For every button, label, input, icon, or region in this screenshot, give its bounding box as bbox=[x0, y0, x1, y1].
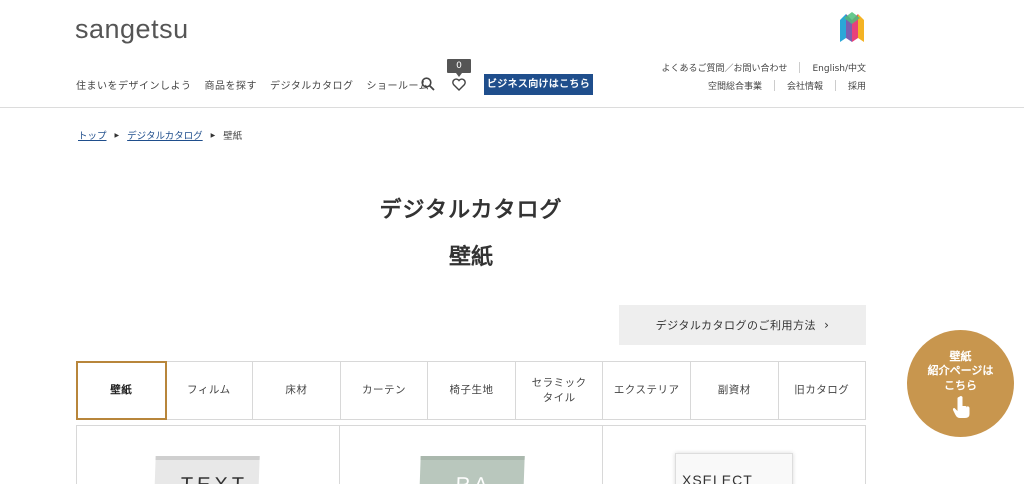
breadcrumb-current: 壁紙 bbox=[223, 131, 243, 142]
breadcrumb-arrow-icon: ▶ bbox=[114, 131, 120, 139]
catalog-cover-image: RA bbox=[419, 456, 525, 484]
page-title: デジタルカタログ bbox=[379, 198, 563, 223]
header-divider bbox=[0, 107, 1024, 108]
tab-sub-materials[interactable]: 副資材 bbox=[691, 362, 779, 419]
company-info-link[interactable]: 会社情報 bbox=[787, 79, 823, 92]
nav-digital-catalog[interactable]: デジタルカタログ bbox=[270, 77, 354, 92]
search-icon[interactable] bbox=[421, 77, 435, 91]
tab-film[interactable]: フィルム bbox=[166, 362, 254, 419]
faq-contact-link[interactable]: よくあるご質問／お問い合わせ bbox=[661, 61, 787, 74]
catalog-card[interactable]: TEXT bbox=[77, 426, 340, 484]
nav-showroom[interactable]: ショールーム bbox=[367, 77, 430, 92]
tab-old-catalog[interactable]: 旧カタログ bbox=[779, 362, 866, 419]
float-button-line3: こちら bbox=[944, 378, 977, 392]
catalog-cover-image: XSELECT bbox=[675, 453, 793, 484]
global-nav: 住まいをデザインしよう 商品を探す デジタルカタログ ショールーム bbox=[76, 77, 442, 92]
nav-find-products[interactable]: 商品を探す bbox=[205, 77, 258, 92]
catalog-card[interactable]: XSELECT bbox=[603, 426, 865, 484]
favorites-count-badge: 0 bbox=[447, 59, 471, 77]
category-tabs: 壁紙 フィルム 床材 カーテン 椅子生地 セラミック タイル エクステリア 副資… bbox=[76, 361, 866, 420]
catalog-cover-text: TEXT bbox=[180, 474, 248, 484]
divider bbox=[834, 80, 836, 91]
divider bbox=[799, 62, 801, 73]
sangetsu-logo[interactable]: sangetsu bbox=[75, 14, 189, 45]
recruit-link[interactable]: 採用 bbox=[848, 79, 866, 92]
catalog-card[interactable]: RA bbox=[340, 426, 603, 484]
space-business-link[interactable]: 空間総合事業 bbox=[708, 79, 762, 92]
tab-flooring[interactable]: 床材 bbox=[253, 362, 341, 419]
breadcrumb: トップ ▶ デジタルカタログ ▶ 壁紙 bbox=[78, 128, 242, 142]
business-button[interactable]: ビジネス向けはこちら bbox=[484, 74, 593, 95]
howto-button-label: デジタルカタログのご利用方法 bbox=[655, 319, 817, 332]
breadcrumb-top[interactable]: トップ bbox=[78, 128, 107, 142]
pointing-hand-icon bbox=[952, 395, 969, 418]
wallpaper-intro-float-button[interactable]: 壁紙 紹介ページは こちら bbox=[907, 330, 1014, 437]
tab-wallpaper[interactable]: 壁紙 bbox=[76, 361, 167, 420]
breadcrumb-digital-catalog[interactable]: デジタルカタログ bbox=[127, 128, 203, 142]
tab-exterior[interactable]: エクステリア bbox=[603, 362, 691, 419]
tab-curtain[interactable]: カーテン bbox=[341, 362, 429, 419]
catalog-cover-text: XSELECT bbox=[682, 472, 753, 484]
float-button-line2: 紹介ページは bbox=[927, 364, 994, 378]
tab-chair-fabric[interactable]: 椅子生地 bbox=[428, 362, 516, 419]
breadcrumb-arrow-icon: ▶ bbox=[210, 131, 216, 139]
howto-button[interactable]: デジタルカタログのご利用方法 › bbox=[619, 305, 866, 345]
language-link[interactable]: English/中文 bbox=[812, 61, 866, 74]
chevron-right-icon: › bbox=[824, 318, 830, 332]
utility-links-bottom: 空間総合事業 会社情報 採用 bbox=[708, 79, 866, 92]
divider bbox=[773, 80, 775, 91]
brand-mark-icon[interactable] bbox=[838, 12, 866, 44]
catalog-cover-image: TEXT bbox=[154, 456, 260, 484]
nav-design-home[interactable]: 住まいをデザインしよう bbox=[76, 77, 192, 92]
catalog-cover-text: RA bbox=[455, 474, 492, 484]
tab-ceramic-tile[interactable]: セラミック タイル bbox=[516, 362, 604, 419]
page-subtitle: 壁紙 bbox=[448, 245, 493, 270]
utility-links-top: よくあるご質問／お問い合わせ English/中文 bbox=[661, 61, 866, 74]
heart-icon[interactable] bbox=[452, 78, 466, 91]
float-button-line1: 壁紙 bbox=[949, 350, 972, 363]
catalog-grid: TEXT RA XSELECT bbox=[76, 425, 866, 484]
